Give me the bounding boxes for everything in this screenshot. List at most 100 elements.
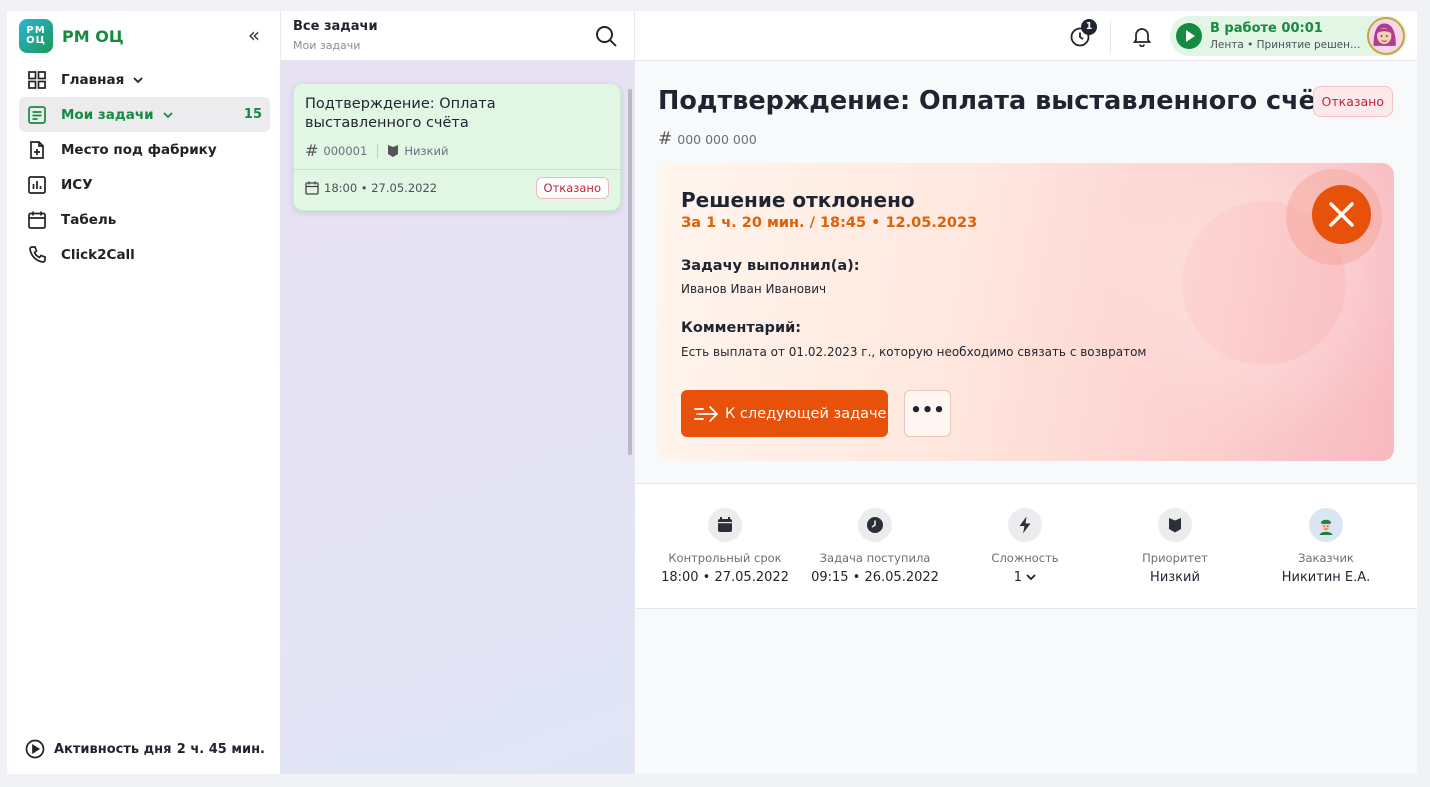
- lightning-icon: [1008, 508, 1042, 542]
- work-status-pill[interactable]: В работе 00:01 Лента • Принятие решения …: [1170, 16, 1407, 56]
- prop-value: Низкий: [1150, 570, 1200, 585]
- prop-label: Задача поступила: [819, 551, 931, 565]
- task-list-header: Все задачи Мои задачи: [281, 11, 635, 61]
- logo[interactable]: РМ ОЦ РМ ОЦ «: [19, 19, 269, 53]
- task-card-meta: # 000001 Низкий: [305, 141, 448, 160]
- prop-value: 18:00 • 27.05.2022: [661, 570, 789, 585]
- next-task-label: К следующей задаче: [725, 405, 887, 422]
- sidebar-item-click2call[interactable]: Click2Call: [19, 237, 270, 272]
- tasks-count-badge: 15: [243, 107, 262, 122]
- sidebar-item-label: Мои задачи: [61, 106, 154, 123]
- timer-badge: 1: [1081, 19, 1097, 35]
- comment-label: Комментарий:: [681, 320, 802, 336]
- top-bar: 1 В работе 00:01 Лента • Принятие решени…: [635, 11, 1417, 61]
- task-card-title: Подтверждение: Оплата выставленного счёт…: [305, 96, 496, 131]
- executor-label: Задачу выполнил(а):: [681, 258, 860, 274]
- prop-customer: Заказчик Никитин Е.А.: [1251, 508, 1401, 585]
- sidebar-item-isu[interactable]: ИСУ: [19, 167, 270, 202]
- sidebar-item-home[interactable]: Главная: [19, 62, 270, 97]
- collapse-sidebar-button[interactable]: «: [243, 25, 265, 47]
- activity-label: Активность дня: [54, 741, 172, 757]
- calendar-icon: [708, 508, 742, 542]
- sidebar-item-label: ИСУ: [61, 176, 93, 193]
- prop-complexity[interactable]: Сложность 1: [950, 508, 1100, 585]
- sidebar-item-label: Табель: [61, 211, 117, 228]
- sidebar-item-my-tasks[interactable]: Мои задачи 15: [19, 97, 270, 132]
- prop-label: Приоритет: [1142, 551, 1208, 565]
- task-id: # 000 000 000: [658, 129, 757, 149]
- hash-icon: #: [658, 129, 673, 149]
- sidebar-item-label: Главная: [61, 71, 125, 88]
- prop-deadline: Контрольный срок 18:00 • 27.05.2022: [650, 508, 800, 585]
- more-options-button[interactable]: •••: [904, 390, 951, 437]
- task-list: Подтверждение: Оплата выставленного счёт…: [281, 61, 635, 774]
- play-icon[interactable]: [1176, 23, 1202, 49]
- prop-priority: Приоритет Низкий: [1100, 508, 1250, 585]
- prop-label: Контрольный срок: [668, 551, 782, 565]
- arrow-right-icon: [694, 405, 718, 422]
- chevron-down-icon: [1026, 574, 1036, 581]
- decision-time: За 1 ч. 20 мин. / 18:45 • 12.05.2023: [681, 215, 978, 231]
- prop-label: Сложность: [991, 551, 1059, 565]
- chevron-down-icon: [133, 76, 143, 83]
- sidebar-item-timesheet[interactable]: Табель: [19, 202, 270, 237]
- task-card-priority: Низкий: [404, 143, 449, 158]
- comment-value: Есть выплата от 01.02.2023 г., которую н…: [681, 345, 1147, 359]
- customer-avatar: [1309, 508, 1343, 542]
- prop-label: Заказчик: [1298, 551, 1354, 565]
- bell-icon[interactable]: [1131, 25, 1153, 47]
- close-icon[interactable]: [1312, 185, 1371, 244]
- prop-value: Никитин Е.А.: [1281, 570, 1371, 585]
- task-card-date: 18:00 • 27.05.2022: [324, 181, 438, 195]
- tasks-icon: [27, 105, 47, 125]
- logo-text: РМ ОЦ: [62, 26, 124, 46]
- task-properties: Контрольный срок 18:00 • 27.05.2022 Зада…: [635, 483, 1417, 609]
- flag-icon: [388, 144, 399, 157]
- play-circle-icon: [25, 739, 45, 759]
- day-activity[interactable]: Активность дня 2 ч. 45 мин.: [25, 738, 265, 760]
- chevron-down-icon: [162, 111, 173, 118]
- grid-icon: [27, 70, 47, 90]
- status-badge: Отказано: [1312, 86, 1393, 117]
- task-id-value: 000 000 000: [677, 131, 757, 147]
- hash-icon: #: [305, 141, 319, 160]
- task-card[interactable]: Подтверждение: Оплата выставленного счёт…: [293, 83, 621, 211]
- task-detail: Подтверждение: Оплата выставленного счёт…: [635, 61, 1417, 774]
- work-status-title: В работе 00:01: [1210, 21, 1323, 36]
- task-list-title[interactable]: Все задачи: [293, 19, 378, 34]
- sidebar-item-factory[interactable]: Место под фабрику: [19, 132, 270, 167]
- prop-received: Задача поступила 09:15 • 26.05.2022: [800, 508, 950, 585]
- decision-panel: Решение отклонено За 1 ч. 20 мин. / 18:4…: [657, 163, 1394, 461]
- task-list-subtitle: Мои задачи: [293, 39, 361, 52]
- next-task-button[interactable]: К следующей задаче: [681, 390, 888, 437]
- work-status-subtitle: Лента • Принятие решения по задаче: [1210, 39, 1365, 51]
- task-card-deadline: 18:00 • 27.05.2022: [305, 181, 437, 195]
- complexity-value: 1: [1013, 570, 1023, 585]
- sidebar: РМ ОЦ РМ ОЦ « Главная Мои задачи 15 Мест…: [7, 11, 281, 774]
- app-window: РМ ОЦ РМ ОЦ « Главная Мои задачи 15 Мест…: [7, 11, 1417, 774]
- divider: [1110, 21, 1111, 53]
- chart-icon: [27, 175, 47, 195]
- task-card-id: 000001: [323, 143, 368, 158]
- page-title: Подтверждение: Оплата выставленного счёт…: [658, 86, 1348, 116]
- meta-divider: [377, 143, 379, 158]
- clock-icon: [858, 508, 892, 542]
- calendar-icon: [27, 210, 47, 230]
- scrollbar[interactable]: [628, 89, 632, 455]
- phone-icon: [27, 245, 47, 265]
- prop-value: 1: [950, 570, 1100, 585]
- prop-value: 09:15 • 26.05.2022: [811, 570, 939, 585]
- sidebar-item-label: Click2Call: [61, 246, 135, 263]
- file-plus-icon: [27, 140, 47, 160]
- sidebar-item-label: Место под фабрику: [61, 141, 217, 158]
- logo-badge: РМ ОЦ: [19, 19, 53, 53]
- search-icon[interactable]: [594, 24, 618, 48]
- calendar-icon: [305, 181, 319, 195]
- status-badge: Отказано: [535, 177, 609, 199]
- decision-title: Решение отклонено: [681, 188, 915, 212]
- executor-value: Иванов Иван Иванович: [681, 282, 827, 296]
- avatar[interactable]: [1367, 17, 1405, 55]
- flag-icon: [1158, 508, 1192, 542]
- sidebar-nav: Главная Мои задачи 15 Место под фабрику: [19, 62, 270, 272]
- activity-value: 2 ч. 45 мин.: [176, 741, 265, 757]
